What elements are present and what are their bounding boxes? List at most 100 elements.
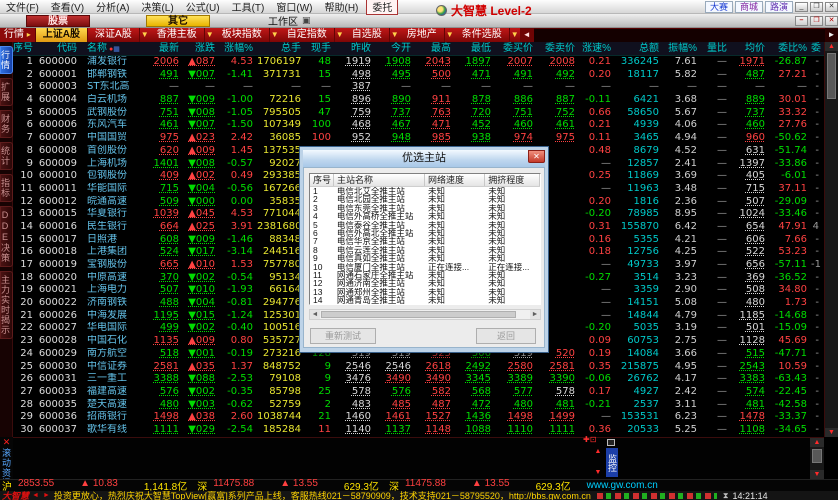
column-header-qratio[interactable]: 量比 [701, 42, 731, 55]
table-row[interactable]: 1 600000 浦发银行 2006 ▲087 4.53 1706197 48 1919 1908… [13, 56, 824, 69]
stock-button[interactable]: 股票 [26, 14, 90, 27]
column-header-swing[interactable]: 振幅% [663, 42, 701, 55]
titlebar-button-1[interactable]: 商城 [734, 1, 763, 13]
dialog-hscrollbar[interactable]: ◄ ► [309, 309, 541, 320]
tab-market-4[interactable]: 自选股 [345, 28, 390, 42]
sidebar-tab-2[interactable]: 财务 [0, 110, 13, 138]
tab-market-5[interactable]: 房地产 [400, 28, 445, 42]
sidebar-tab-6[interactable]: 主力实时揭示 [0, 271, 13, 339]
table-row[interactable]: 3 600003 ST东北高 — — — — —387— — — — — — — — — — — - [13, 81, 824, 94]
hscroll-thumb[interactable] [321, 311, 516, 318]
column-header-change[interactable]: 涨跌 [183, 42, 219, 55]
table-row[interactable]: 30 600037 歌华有线 1111 ▼029 -2.54 185284 11 1140 113… [13, 424, 824, 437]
child-close-icon[interactable]: ✕ [825, 15, 838, 26]
column-header-avg[interactable]: 均价 [731, 42, 769, 55]
table-row[interactable]: 7 600007 中国国贸 975 ▲023 2.42 36085 100 952 948 985 9… [13, 132, 824, 145]
sidebar-tab-5[interactable]: DDE决策 [0, 206, 13, 267]
table-row[interactable]: 25 600030 中信证券 2581 ▲035 1.37 848752 9 2546 2546 2… [13, 361, 824, 374]
menu-item-0[interactable]: 文件(F) [0, 3, 45, 14]
scroll-up-icon[interactable]: ▲ [825, 42, 838, 51]
monitor-down-icon[interactable]: ▼ [593, 469, 603, 476]
menu-item-7[interactable]: 帮助(H) [318, 3, 364, 14]
ticker-prev-icon[interactable]: ◄ [32, 492, 39, 499]
restore-icon[interactable]: ❐ [810, 1, 823, 12]
server-col-3[interactable]: 拥挤程度 [485, 174, 540, 186]
tab-scroll-left-icon[interactable]: ◄ [519, 28, 534, 42]
tab-market-6[interactable]: 条件选股 [455, 28, 510, 42]
tab-scroll-right-icon[interactable]: ► [825, 28, 838, 42]
news-scrollbar-thumb[interactable] [812, 449, 822, 463]
server-row[interactable]: 3 电信东莞全推主站 未知 未知 [310, 204, 540, 212]
child-minimize-icon[interactable]: – [795, 15, 808, 26]
server-row[interactable]: 4 电信外高桥全推主站 未知 未知 [310, 212, 540, 220]
hscroll-left-icon[interactable]: ◄ [310, 310, 320, 319]
server-row[interactable]: 8 电信云莲全推主站 未知 未知 [310, 246, 540, 254]
column-header-name[interactable]: 名称 ●▦ [81, 42, 143, 55]
server-row[interactable]: 12 网通济南全推主站 未知 未知 [310, 279, 540, 287]
titlebar-button-2[interactable]: 路演 [764, 1, 793, 13]
column-header-diff[interactable]: 委 [811, 42, 823, 55]
sidebar-tab-1[interactable]: 扩展 [0, 78, 13, 106]
other-button[interactable]: 其它 [146, 14, 210, 27]
column-header-prev[interactable]: 昨收 [335, 42, 375, 55]
menu-item-4[interactable]: 公式(U) [180, 3, 226, 14]
table-row[interactable]: 5 600005 武钢股份 751 ▼008 -1.05 795505 47 759 737 763… [13, 107, 824, 120]
column-header-idx[interactable]: 序号 [13, 42, 37, 55]
news-close-icon[interactable]: ✕ [0, 437, 13, 448]
column-header-low[interactable]: 最低 [455, 42, 495, 55]
tab-sh-a[interactable]: 上证A股 [35, 28, 89, 42]
column-header-speed[interactable]: 涨速% [579, 42, 615, 55]
server-row[interactable]: 11 网通石家庄全推主站 未知 未知 [310, 271, 540, 279]
child-restore-icon[interactable]: ❐ [810, 15, 823, 26]
tab-market-2[interactable]: 板块指数 [215, 28, 270, 42]
main-scrollbar[interactable]: ▲ ▼ [824, 42, 838, 437]
server-row[interactable]: 1 电信北艾全推主站 未知 未知 [310, 187, 540, 195]
server-row[interactable]: 7 电信华京全推主站 未知 未知 [310, 237, 540, 245]
column-header-ask[interactable]: 委卖价 [537, 42, 579, 55]
server-col-1[interactable]: 主站名称 [334, 174, 425, 186]
monitor-label[interactable]: 监控 [606, 448, 618, 477]
ticker-next-icon[interactable]: ► [43, 492, 50, 499]
column-header-vol[interactable]: 总手 [257, 42, 305, 55]
news-scrollbar[interactable]: ▲ ▼ [810, 438, 824, 479]
monitor-up-icon[interactable]: ▲ [593, 448, 603, 455]
news-scroll-down-icon[interactable]: ▼ [810, 470, 824, 479]
menu-item-broker[interactable]: 委托 [366, 0, 399, 15]
table-row[interactable]: 6 600006 东风汽车 461 ▼007 -1.50 107349 100 468 467 47… [13, 119, 824, 132]
sidebar-tab-4[interactable]: 指标 [0, 174, 13, 202]
column-header-bid[interactable]: 委买价 [495, 42, 537, 55]
column-header-pct[interactable]: 涨幅% [219, 42, 257, 55]
column-header-last[interactable]: 最新 [143, 42, 183, 55]
table-row[interactable]: 4 600004 白云机场 887 ▼009 -1.00 72216 15 896 890 911 8… [13, 94, 824, 107]
menu-item-6[interactable]: 窗口(W) [270, 3, 318, 14]
hscroll-right-icon[interactable]: ► [530, 310, 540, 319]
server-row[interactable]: 6 电信外高北全推主站 未知 未知 [310, 229, 540, 237]
table-row[interactable]: 29 600036 招商银行 1498 ▲038 2.60 1038744 21 1460 146… [13, 411, 824, 424]
server-row[interactable]: 14 网通青岛全推主站 未知 未知 [310, 296, 540, 304]
column-header-amount[interactable]: 总额 [615, 42, 663, 55]
server-col-0[interactable]: 序号 [310, 174, 334, 186]
minimize-icon[interactable]: _ [795, 1, 808, 12]
scroll-down-icon[interactable]: ▼ [825, 428, 838, 437]
sidebar-tab-0[interactable]: 行情 [0, 46, 13, 74]
site-link[interactable]: www.gw.com.cn [587, 480, 658, 491]
workspace-icon[interactable]: ▣ [302, 15, 311, 26]
scrollbar-thumb[interactable] [827, 53, 836, 99]
server-list[interactable]: 序号 主站名称 网络速度 拥挤程度 1 电信北艾全推主站 未知 未知 2 电信北园全推主站 未知 未知… [309, 173, 541, 305]
sidebar-tab-3[interactable]: 统计 [0, 142, 13, 170]
server-row[interactable]: 5 电信泰谷全推主站 未知 未知 [310, 221, 540, 229]
menu-item-2[interactable]: 分析(A) [90, 3, 135, 14]
back-button[interactable]: 返回 [476, 328, 536, 344]
tab-market-1[interactable]: 香港主板 [150, 28, 205, 42]
menu-item-1[interactable]: 查看(V) [45, 3, 90, 14]
quotes-label[interactable]: 行情 ▸ [0, 28, 36, 42]
menu-item-3[interactable]: 决策(L) [135, 3, 179, 14]
news-scroll-up-icon[interactable]: ▲ [810, 438, 824, 447]
table-row[interactable]: 2 600001 邯郸钢铁 491 ▼007 -1.41 371731 15 498 495 500… [13, 69, 824, 82]
table-row[interactable]: 27 600033 福建高速 576 ▼002 -0.35 85798 25 578 576 582… [13, 386, 824, 399]
server-row[interactable]: 10 电信厦门全推主站 正在连接... 正在连接... [310, 263, 540, 271]
table-row[interactable]: 26 600031 三一重工 3388 ▼088 -2.53 79108 9 3476 3490 3… [13, 373, 824, 386]
dialog-close-icon[interactable]: ✕ [528, 150, 545, 163]
table-row[interactable]: 28 600035 楚天高速 480 ▼003 -0.62 52759 2 483 485 487 4… [13, 399, 824, 412]
dialog-titlebar[interactable]: 优选主站 ✕ [303, 150, 545, 167]
